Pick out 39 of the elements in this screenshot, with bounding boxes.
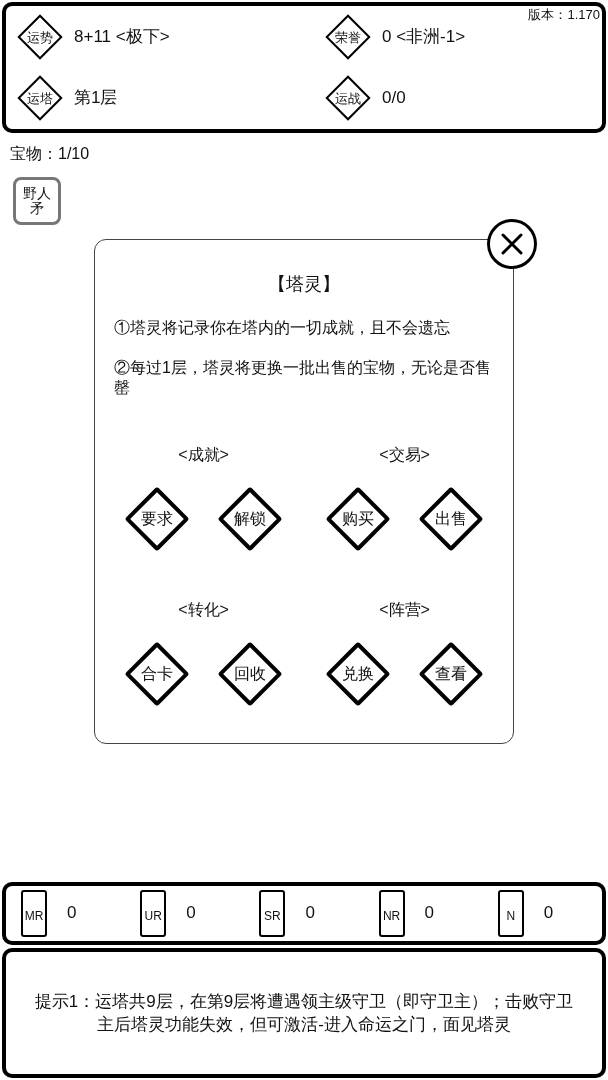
- dialog-paragraph: ②每过1层，塔灵将更换一批出售的宝物，无论是否售罄: [113, 358, 492, 399]
- stat-value: 8+11 <极下>: [74, 26, 170, 48]
- section-heading: <阵营>: [379, 600, 430, 621]
- diamond-button[interactable]: 要求: [124, 486, 190, 553]
- rarity-count: 0: [424, 903, 435, 924]
- close-button[interactable]: [487, 219, 537, 270]
- diamond-button[interactable]: 兑换: [325, 641, 391, 708]
- section-heading: <转化>: [178, 600, 229, 621]
- stat-label: 运战: [325, 75, 371, 121]
- rarity-card: UR: [140, 890, 167, 937]
- section-heading: <成就>: [178, 445, 229, 466]
- diamond-button[interactable]: 查看: [418, 641, 484, 708]
- rarity-count: 0: [186, 903, 196, 924]
- diamond-button[interactable]: 合卡: [124, 641, 190, 708]
- hint-text: 提示1：运塔共9层，在第9层将遭遇领主级守卫（即守卫主）；击败守卫主后塔灵功能失效，但可激活-进入命运之门，面见塔灵: [33, 991, 575, 1036]
- rarity-card: MR: [21, 890, 47, 937]
- rarity-card: SR: [259, 890, 286, 937]
- stat-value: 第1层: [74, 87, 118, 109]
- rarity-card: NR: [378, 890, 405, 937]
- diamond-button[interactable]: 回收: [217, 641, 283, 708]
- diamond-button[interactable]: 购买: [325, 486, 391, 553]
- rarity-count: 0: [305, 903, 315, 924]
- dialog-title: 【塔灵】: [267, 273, 341, 297]
- stat-label: 运塔: [17, 75, 63, 121]
- rarity-count: 0: [543, 903, 554, 924]
- dialog-paragraph: ①塔灵将记录你在塔内的一切成就，且不会遗忘: [113, 318, 451, 339]
- diamond-button[interactable]: 出售: [418, 486, 484, 553]
- treasure-item[interactable]: 野人矛: [13, 177, 61, 226]
- version-text: 版本：1.170: [528, 7, 600, 23]
- stat-label: 运势: [17, 14, 63, 60]
- treasure-count: 宝物：1/10: [9, 144, 90, 164]
- diamond-button[interactable]: 解锁: [217, 486, 283, 553]
- stat-value: 0/0: [382, 87, 406, 109]
- rarity-count: 0: [67, 903, 77, 924]
- stat-label: 荣誉: [325, 14, 371, 60]
- close-icon: [501, 233, 523, 256]
- section-heading: <交易>: [379, 445, 430, 466]
- stat-value: 0 <非洲-1>: [382, 26, 466, 48]
- rarity-card: N: [497, 890, 524, 937]
